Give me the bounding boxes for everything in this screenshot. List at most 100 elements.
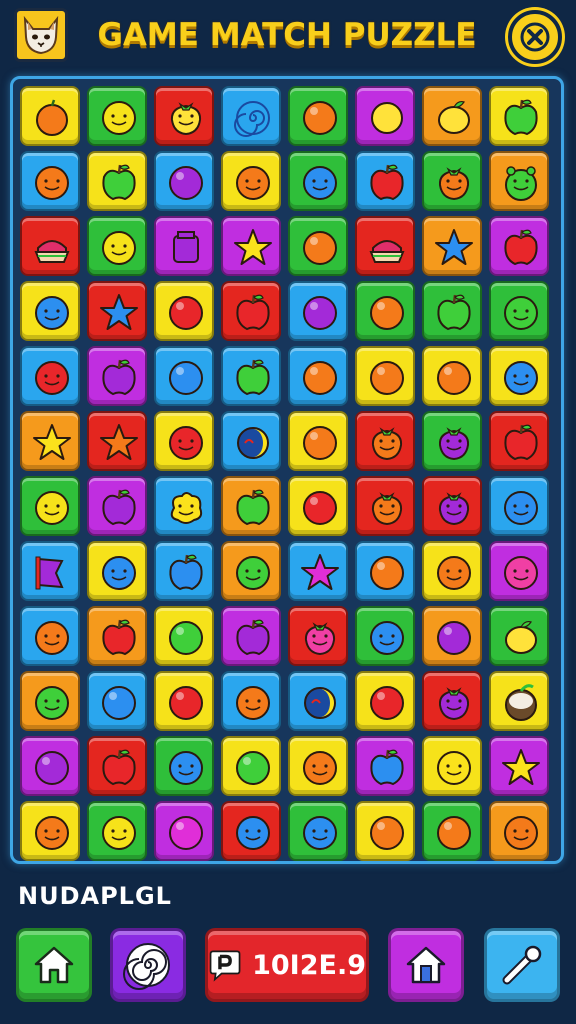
board-tile[interactable] — [221, 736, 281, 796]
board-tile[interactable] — [288, 801, 348, 861]
board-tile[interactable] — [355, 151, 415, 211]
close-button[interactable] — [508, 10, 562, 64]
board-tile[interactable] — [355, 736, 415, 796]
board-tile[interactable] — [20, 151, 80, 211]
board-tile[interactable] — [489, 606, 549, 666]
board-tile[interactable] — [87, 736, 147, 796]
board-tile[interactable] — [221, 216, 281, 276]
board-tile[interactable] — [489, 541, 549, 601]
board-tile[interactable] — [288, 346, 348, 406]
board-tile[interactable] — [87, 606, 147, 666]
board-tile[interactable] — [355, 541, 415, 601]
board-tile[interactable] — [422, 346, 482, 406]
board-tile[interactable] — [422, 86, 482, 146]
board-tile[interactable] — [489, 671, 549, 731]
board-tile[interactable] — [87, 541, 147, 601]
board-tile[interactable] — [154, 801, 214, 861]
board-tile[interactable] — [422, 281, 482, 341]
board-tile[interactable] — [288, 736, 348, 796]
board-tile[interactable] — [489, 801, 549, 861]
board-tile[interactable] — [489, 411, 549, 471]
board-tile[interactable] — [422, 801, 482, 861]
board-tile[interactable] — [221, 476, 281, 536]
board-tile[interactable] — [355, 411, 415, 471]
board-tile[interactable] — [20, 801, 80, 861]
board-tile[interactable] — [355, 216, 415, 276]
board-tile[interactable] — [422, 541, 482, 601]
board-tile[interactable] — [288, 281, 348, 341]
board-tile[interactable] — [154, 736, 214, 796]
board-tile[interactable] — [87, 411, 147, 471]
board-tile[interactable] — [489, 476, 549, 536]
board-tile[interactable] — [221, 411, 281, 471]
board-tile[interactable] — [87, 346, 147, 406]
board-tile[interactable] — [221, 346, 281, 406]
board-tile[interactable] — [20, 476, 80, 536]
spiral-button[interactable] — [110, 928, 186, 1002]
board-tile[interactable] — [221, 801, 281, 861]
board-tile[interactable] — [87, 281, 147, 341]
board-tile[interactable] — [288, 151, 348, 211]
home-button[interactable] — [16, 928, 92, 1002]
board-tile[interactable] — [288, 411, 348, 471]
board-tile[interactable] — [154, 541, 214, 601]
board-tile[interactable] — [20, 346, 80, 406]
board-tile[interactable] — [422, 411, 482, 471]
board-tile[interactable] — [355, 476, 415, 536]
board-tile[interactable] — [355, 281, 415, 341]
board-tile[interactable] — [355, 801, 415, 861]
board-tile[interactable] — [355, 346, 415, 406]
board-tile[interactable] — [489, 281, 549, 341]
board-tile[interactable] — [355, 671, 415, 731]
board-tile[interactable] — [288, 86, 348, 146]
board-tile[interactable] — [489, 216, 549, 276]
score-button[interactable]: 10I2E.9 — [205, 928, 369, 1002]
board-tile[interactable] — [154, 476, 214, 536]
board-tile[interactable] — [288, 216, 348, 276]
board-tile[interactable] — [20, 281, 80, 341]
board-tile[interactable] — [422, 671, 482, 731]
board-tile[interactable] — [154, 216, 214, 276]
board-tile[interactable] — [87, 671, 147, 731]
board-tile[interactable] — [154, 606, 214, 666]
board-tile[interactable] — [489, 151, 549, 211]
board-tile[interactable] — [87, 151, 147, 211]
board-tile[interactable] — [355, 86, 415, 146]
board-tile[interactable] — [288, 541, 348, 601]
board-tile[interactable] — [221, 281, 281, 341]
avatar[interactable] — [14, 8, 68, 62]
board-tile[interactable] — [221, 86, 281, 146]
board-tile[interactable] — [87, 86, 147, 146]
board-tile[interactable] — [20, 736, 80, 796]
board-tile[interactable] — [489, 346, 549, 406]
board-tile[interactable] — [288, 671, 348, 731]
board-tile[interactable] — [288, 476, 348, 536]
board-tile[interactable] — [288, 606, 348, 666]
board-tile[interactable] — [221, 606, 281, 666]
board-tile[interactable] — [154, 281, 214, 341]
board-tile[interactable] — [489, 736, 549, 796]
board-tile[interactable] — [489, 86, 549, 146]
board-tile[interactable] — [87, 216, 147, 276]
board-tile[interactable] — [154, 86, 214, 146]
board-tile[interactable] — [422, 216, 482, 276]
board-tile[interactable] — [20, 86, 80, 146]
board-tile[interactable] — [154, 151, 214, 211]
board-tile[interactable] — [154, 411, 214, 471]
board-tile[interactable] — [422, 736, 482, 796]
board-tile[interactable] — [154, 346, 214, 406]
board-tile[interactable] — [20, 216, 80, 276]
house-button[interactable] — [388, 928, 464, 1002]
board-tile[interactable] — [20, 606, 80, 666]
board-tile[interactable] — [20, 541, 80, 601]
board-tile[interactable] — [154, 671, 214, 731]
wand-button[interactable] — [484, 928, 560, 1002]
board-tile[interactable] — [221, 151, 281, 211]
board-tile[interactable] — [221, 541, 281, 601]
board-tile[interactable] — [422, 151, 482, 211]
board-tile[interactable] — [87, 801, 147, 861]
board-tile[interactable] — [422, 476, 482, 536]
board-tile[interactable] — [87, 476, 147, 536]
board-tile[interactable] — [422, 606, 482, 666]
board-tile[interactable] — [221, 671, 281, 731]
